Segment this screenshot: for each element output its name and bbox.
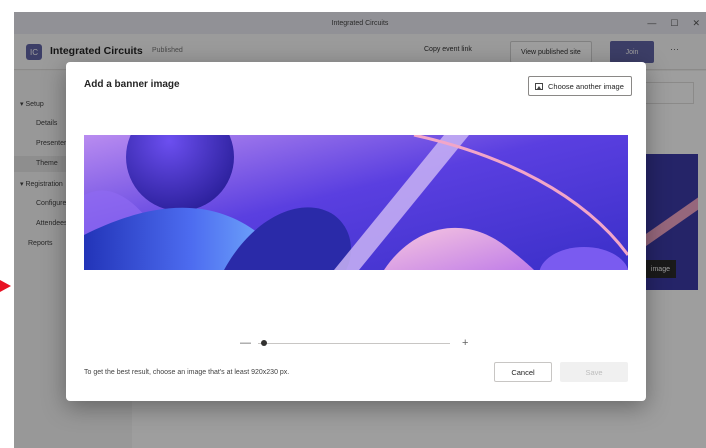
zoom-out-icon[interactable]: —	[240, 336, 251, 350]
choose-another-image-button[interactable]: Choose another image	[528, 76, 632, 96]
cancel-button[interactable]: Cancel	[494, 362, 552, 382]
image-size-hint: To get the best result, choose an image …	[84, 369, 290, 376]
zoom-slider-thumb[interactable]	[260, 340, 267, 346]
dialog-title: Add a banner image	[84, 79, 180, 90]
save-button[interactable]: Save	[560, 362, 628, 382]
banner-image-dialog: Add a banner image Choose another image	[66, 62, 646, 401]
choose-another-image-label: Choose another image	[548, 81, 624, 91]
zoom-control: — +	[240, 336, 476, 350]
red-pointer-arrow-icon	[0, 280, 11, 292]
image-icon	[535, 82, 543, 90]
zoom-in-icon[interactable]: +	[462, 336, 468, 350]
zoom-slider-track[interactable]	[258, 343, 450, 344]
banner-image-preview[interactable]	[84, 135, 628, 270]
